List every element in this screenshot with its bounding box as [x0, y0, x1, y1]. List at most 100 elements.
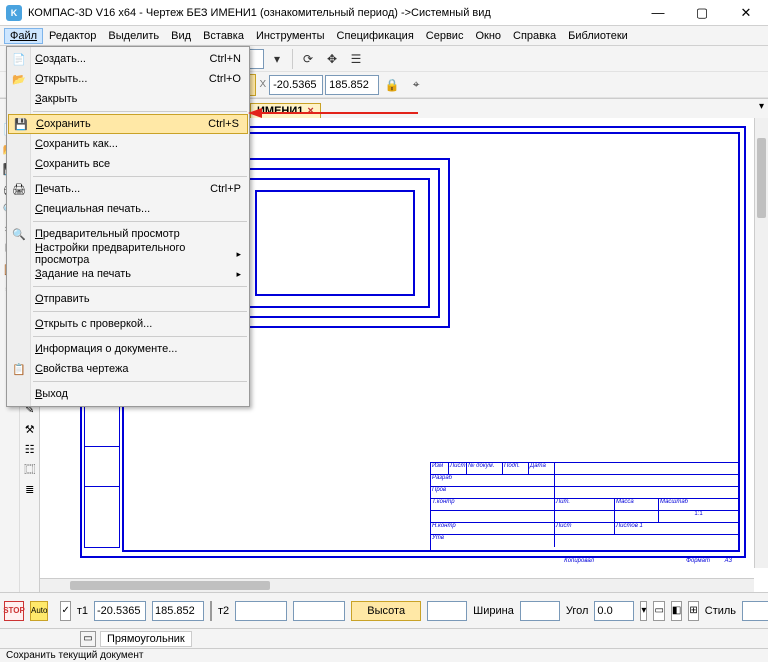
file-menu-item[interactable]: 🖨 Печать... Ctrl+P	[7, 179, 249, 199]
menu-separator	[33, 111, 247, 112]
t1-label: т1	[77, 605, 88, 617]
t2-label: т2	[218, 605, 229, 617]
menu-window[interactable]: Окно	[469, 28, 507, 44]
tree-icon[interactable]: ☰	[345, 48, 367, 70]
draw-mode-tabs: ▭ Прямоугольник	[0, 628, 768, 648]
width-input[interactable]	[520, 601, 560, 621]
stamp-format-label: Формат	[686, 558, 710, 564]
menu-select[interactable]: Выделить	[102, 28, 165, 44]
stop-button[interactable]: STOP	[4, 601, 24, 621]
file-menu-item[interactable]: Информация о документе...	[7, 339, 249, 359]
menu-file[interactable]: Файл	[4, 28, 43, 44]
coord-y-input[interactable]	[325, 75, 379, 95]
stamp-copy-label: Копировал	[564, 558, 594, 564]
angle-label: Угол	[566, 605, 589, 617]
status-text: Сохранить текущий документ	[6, 650, 143, 661]
maximize-button[interactable]: ▢	[680, 0, 724, 26]
menu-item-label: Сохранить все	[35, 158, 110, 170]
param-tool-icon[interactable]: ⚒	[21, 420, 39, 438]
menu-item-icon: 📋	[11, 361, 27, 377]
property-bar: STOP Auto ✓ т1 т2 Ширина Угол ▾ ▭ ◧ ⊞ Ст…	[0, 592, 768, 628]
file-menu-item[interactable]: Специальная печать...	[7, 199, 249, 219]
file-menu-item[interactable]: Выход	[7, 384, 249, 404]
t1-x-input[interactable]	[94, 601, 146, 621]
drawn-rect-4	[255, 190, 415, 296]
menu-item-shortcut: Ctrl+O	[209, 73, 241, 85]
style-input[interactable]	[742, 601, 768, 621]
menu-item-shortcut: Ctrl+N	[210, 53, 241, 65]
t1-y-input[interactable]	[152, 601, 204, 621]
auto-button[interactable]: Auto	[30, 601, 48, 621]
lock-icon[interactable]: 🔒	[381, 74, 403, 96]
minimize-button[interactable]: —	[636, 0, 680, 26]
rect-mode-3-icon[interactable]: ⊞	[688, 601, 698, 621]
angle-input[interactable]	[594, 601, 634, 621]
menu-help[interactable]: Справка	[507, 28, 562, 44]
vertical-scrollbar[interactable]	[754, 118, 768, 568]
menubar: Файл Редактор Выделить Вид Вставка Инстр…	[0, 26, 768, 46]
t2-y-input[interactable]	[293, 601, 345, 621]
width-label: Ширина	[473, 605, 514, 617]
tabstrip-dropdown-icon[interactable]: ▾	[759, 101, 764, 112]
file-menu-item[interactable]: 🔍Предварительный просмотр	[7, 224, 249, 244]
views-tool-icon[interactable]: ⿴	[21, 460, 39, 478]
menu-item-icon: 📄	[11, 51, 27, 67]
file-menu-dropdown: 📄 Создать... Ctrl+N 📂 Открыть... Ctrl+O Закрыт…	[6, 46, 250, 407]
file-menu-item[interactable]: 💾СохранитьCtrl+S	[8, 114, 248, 134]
menu-item-label: Выход	[35, 388, 68, 400]
t2-x-input[interactable]	[235, 601, 287, 621]
draw-mode-icon[interactable]: ▭	[80, 631, 96, 647]
file-menu-item[interactable]: Закрыть	[7, 89, 249, 109]
menu-item-shortcut: Ctrl+P	[210, 183, 241, 195]
menu-item-label: Задание на печать	[35, 268, 131, 280]
menu-libs[interactable]: Библиотеки	[562, 28, 634, 44]
snap-icon[interactable]: ⌖	[405, 74, 427, 96]
tab-close-icon[interactable]: ×	[307, 105, 313, 117]
height-input[interactable]	[351, 601, 421, 621]
style-label: Стиль	[705, 605, 736, 617]
coord-x-input[interactable]	[269, 75, 323, 95]
menu-spec[interactable]: Спецификация	[331, 28, 420, 44]
refresh-icon[interactable]: ⟳	[297, 48, 319, 70]
menu-item-icon: 🖨	[11, 181, 27, 197]
menu-item-label: Печать...	[35, 183, 80, 195]
layer-tool-icon[interactable]: ≣	[21, 480, 39, 498]
menu-item-label: Настройки предварительного просмотра	[35, 242, 236, 266]
close-button[interactable]: ✕	[724, 0, 768, 26]
t1-toggle[interactable]: ✓	[60, 601, 70, 621]
draw-mode-label[interactable]: Прямоугольник	[100, 631, 192, 647]
dropdown-icon[interactable]: ▾	[266, 48, 288, 70]
menu-edit[interactable]: Редактор	[43, 28, 102, 44]
menu-tools[interactable]: Инструменты	[250, 28, 331, 44]
menu-item-icon: 💾	[13, 116, 29, 132]
rect-mode-2-icon[interactable]: ◧	[671, 601, 682, 621]
menu-item-label: Создать...	[35, 53, 86, 65]
menu-item-shortcut: Ctrl+S	[208, 118, 239, 130]
file-menu-item[interactable]: Отправить	[7, 289, 249, 309]
file-menu-item[interactable]: 📋Свойства чертежа	[7, 359, 249, 379]
menu-item-label: Открыть...	[35, 73, 87, 85]
horizontal-scrollbar[interactable]	[40, 578, 754, 592]
menu-item-icon: 📂	[11, 71, 27, 87]
angle-dropdown[interactable]: ▾	[640, 601, 647, 621]
file-menu-item[interactable]: 📂 Открыть... Ctrl+O	[7, 69, 249, 89]
t2-toggle[interactable]	[210, 601, 212, 621]
menu-item-label: Отправить	[35, 293, 90, 305]
menu-separator	[33, 221, 247, 222]
height-value-input[interactable]	[427, 601, 467, 621]
menu-insert[interactable]: Вставка	[197, 28, 250, 44]
file-menu-item[interactable]: Задание на печать▸	[7, 264, 249, 284]
menu-separator	[33, 286, 247, 287]
menu-service[interactable]: Сервис	[420, 28, 470, 44]
rect-mode-1-icon[interactable]: ▭	[653, 601, 664, 621]
status-bar: Сохранить текущий документ	[0, 648, 768, 662]
pan-icon[interactable]: ✥	[321, 48, 343, 70]
file-menu-item[interactable]: Открыть с проверкой...	[7, 314, 249, 334]
menu-view[interactable]: Вид	[165, 28, 197, 44]
specs-tool-icon[interactable]: ☷	[21, 440, 39, 458]
file-menu-item[interactable]: Сохранить все	[7, 154, 249, 174]
file-menu-item[interactable]: 📄 Создать... Ctrl+N	[7, 49, 249, 69]
file-menu-item[interactable]: Сохранить как...	[7, 134, 249, 154]
file-menu-item[interactable]: Настройки предварительного просмотра▸	[7, 244, 249, 264]
document-tab[interactable]: ИМЕНИ1 ×	[250, 103, 321, 118]
